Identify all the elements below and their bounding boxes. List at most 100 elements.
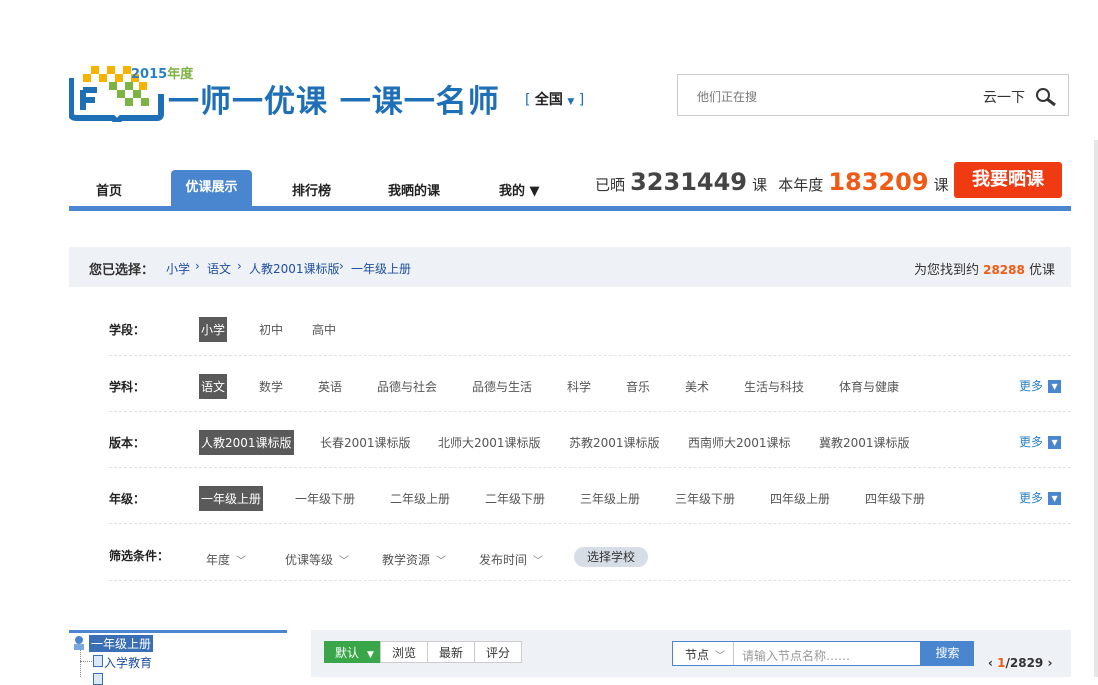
sort-views[interactable]: 浏览 [380,641,428,663]
nav-my-lessons[interactable]: 我晒的课 [388,180,440,199]
tree-connector [80,650,81,677]
chevron-down-icon: ▼ [1048,380,1062,393]
filter-option[interactable]: 一年级下册 [295,490,355,507]
next-page-icon[interactable]: › [1047,656,1052,670]
filter-label-grade: 年级： [109,492,146,506]
total-pages: /2829 [1005,656,1044,670]
nav-showcase[interactable]: 优课展示 [171,170,252,206]
breadcrumb-item[interactable]: 语文 [207,260,231,277]
region-name: 全国 [534,92,563,108]
node-dropdown[interactable]: 节点 ﹀ [685,646,725,663]
filter-option[interactable]: 四年级上册 [770,490,830,507]
results-toolbar: 默认 ▼ 浏览 最新 评分 节点 ﹀ 请输入节点名称…… 搜索 ‹ 1/2829 › [311,630,1071,677]
breadcrumb-item[interactable]: 一年级上册 [351,260,411,277]
node-search-button[interactable]: 搜索 [921,641,974,666]
search-input[interactable]: 他们正在搜 [697,88,757,105]
nav-mine[interactable]: 我的 ▼ [499,180,540,199]
filter-option[interactable]: 一年级上册 [199,486,264,511]
filter-label-conditions: 筛选条件： [109,549,170,563]
breadcrumb-item[interactable]: 小学 [166,260,190,277]
breadcrumb: 您已选择： 小学 › 语文 › 人教2001课标版 › 一年级上册 为您找到约 … [69,247,1071,287]
sort-rating[interactable]: 评分 [474,641,522,663]
filter-option[interactable]: 音乐 [626,378,650,395]
scrollbar[interactable] [1094,140,1098,677]
filter-option[interactable]: 二年级上册 [390,490,450,507]
region-selector[interactable]: [ 全国 ▼ ] [525,89,584,109]
chevron-down-icon: ﹀ [436,556,447,567]
divider [109,580,1071,581]
nav-underline [69,206,1071,211]
chevron-down-icon: ﹀ [236,556,247,567]
nav-home[interactable]: 首页 [96,180,122,199]
more-button[interactable]: 更多 ▼ [1019,377,1062,394]
chevron-down-icon: ﹀ [533,556,544,567]
filter-option[interactable]: 生活与科技 [744,378,804,395]
nav-ranking[interactable]: 排行榜 [292,180,331,199]
level-dropdown[interactable]: 优课等级 ﹀ [285,551,349,568]
filter-option[interactable]: 品德与生活 [472,378,532,395]
filter-option[interactable]: 西南师大2001课标 [688,434,791,451]
divider [109,411,1071,412]
date-dropdown[interactable]: 发布时间 ﹀ [479,551,543,568]
filter-option[interactable]: 初中 [259,321,283,338]
logo-slogan: 一师一优课 一课一名师 [168,84,500,120]
filter-option[interactable]: 品德与社会 [377,378,437,395]
tree-node-selected[interactable]: 一年级上册 [89,635,154,652]
chevron-down-icon: ▼ [1048,492,1062,505]
divider [109,355,1071,356]
sort-default[interactable]: 默认 ▼ [324,641,381,663]
search-button[interactable]: 云一下 [983,87,1025,107]
filter-option[interactable]: 四年级下册 [865,490,925,507]
search-icon[interactable] [1035,87,1057,107]
divider [733,642,734,665]
divider [109,467,1071,468]
current-page: 1 [997,656,1006,670]
filter-option[interactable]: 二年级下册 [485,490,545,507]
filter-option[interactable]: 体育与健康 [839,378,899,395]
filter-option[interactable]: 人教2001课标版 [199,430,294,455]
filter-option[interactable]: 美术 [685,378,709,395]
filter-option[interactable]: 三年级下册 [675,490,735,507]
stats: 已晒 3231449 课 本年度 183209 课 [595,168,949,196]
select-school-button[interactable]: 选择学校 [574,547,648,567]
filter-option[interactable]: 数学 [259,378,283,395]
tree-connector [80,661,92,662]
filter-option[interactable]: 科学 [567,378,591,395]
search-box[interactable]: 他们正在搜 云一下 [677,74,1069,116]
chevron-right-icon: › [195,259,200,273]
sort-newest[interactable]: 最新 [427,641,475,663]
chevron-down-icon: ▼ [567,97,575,107]
resource-dropdown[interactable]: 教学资源 ﹀ [382,551,446,568]
filter-option[interactable]: 冀教2001课标版 [819,434,910,451]
filter-option[interactable]: 高中 [312,321,336,338]
filter-label-stage: 学段： [109,323,146,337]
chevron-right-icon: › [237,259,242,273]
filter-option[interactable]: 三年级上册 [580,490,640,507]
filter-label-subject: 学科： [109,380,146,394]
caret-down-icon: ▼ [367,650,374,660]
filter-option[interactable]: 语文 [199,374,228,399]
node-search[interactable]: 节点 ﹀ 请输入节点名称…… [672,641,921,666]
tree-node[interactable]: 入学教育 [104,654,152,671]
filter-label-edition: 版本： [109,436,146,450]
document-icon [93,673,103,685]
filter-option[interactable]: 苏教2001课标版 [569,434,660,451]
total-count: 3231449 [630,168,748,196]
more-button[interactable]: 更多 ▼ [1019,489,1062,506]
chevron-down-icon: ﹀ [715,651,726,662]
more-button[interactable]: 更多 ▼ [1019,433,1062,450]
breadcrumb-item[interactable]: 人教2001课标版 [249,260,340,277]
chevron-down-icon: ﹀ [339,556,350,567]
filter-option[interactable]: 小学 [199,317,228,342]
divider [109,523,1071,524]
year-count: 183209 [828,168,929,196]
filter-option[interactable]: 英语 [318,378,342,395]
filter-option[interactable]: 北师大2001课标版 [438,434,541,451]
node-name-input[interactable]: 请输入节点名称…… [742,647,850,664]
chevron-down-icon: ▼ [1048,436,1062,449]
prev-page-icon[interactable]: ‹ [988,656,993,670]
result-count: 为您找到约 28288 优课 [913,263,1055,278]
year-dropdown[interactable]: 年度 ﹀ [206,551,246,568]
share-lesson-button[interactable]: 我要晒课 [954,162,1062,198]
filter-option[interactable]: 长春2001课标版 [320,434,411,451]
